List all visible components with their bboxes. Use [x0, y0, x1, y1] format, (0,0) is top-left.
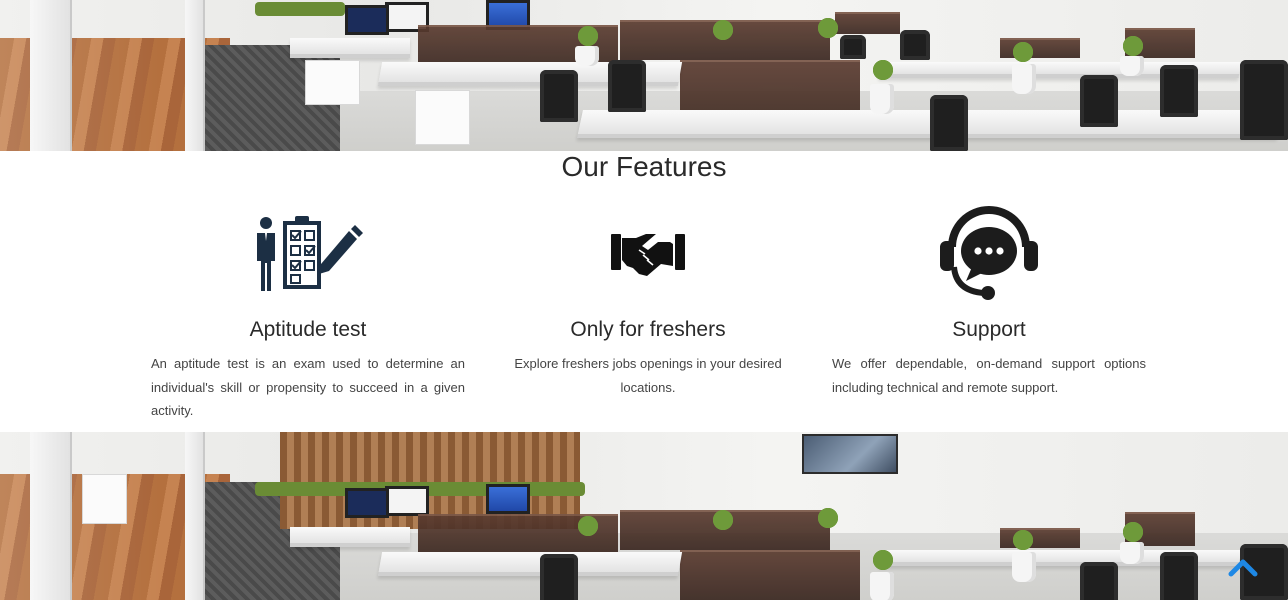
banner-plant-pot: [1012, 64, 1036, 94]
banner-cabinet: [415, 90, 470, 145]
feature-description: Explore freshers jobs openings in your d…: [514, 356, 782, 395]
banner-desk-divider: [680, 550, 860, 600]
banner-chair: [1160, 65, 1198, 117]
feature-icon-wrap: [491, 203, 805, 303]
banner-desk: [290, 527, 410, 547]
handshake-icon: [611, 234, 685, 276]
banner-plant-pot: [1120, 56, 1144, 76]
banner-chair: [1240, 60, 1288, 140]
banner-chair: [540, 70, 578, 122]
aptitude-checklist-icon: [257, 216, 363, 291]
banner-plant-pot: [575, 46, 599, 66]
banner-chair: [1080, 562, 1118, 600]
office-banner-top: [0, 0, 1288, 151]
feature-card-support: Support We offer dependable, on-demand s…: [832, 203, 1146, 399]
banner-monitor: [486, 484, 530, 514]
banner-plant: [575, 514, 601, 544]
headset-support-icon: [940, 206, 1038, 300]
banner-pillar: [30, 0, 72, 151]
banner-desk: [377, 552, 683, 576]
banner-monitor: [385, 486, 429, 516]
features-section: Our Features Aptitude test An aptitude t…: [0, 151, 1288, 432]
feature-title: Aptitude test: [249, 318, 367, 341]
section-title: Our Features: [561, 151, 727, 182]
banner-cabinet: [82, 474, 127, 524]
banner-monitor: [345, 488, 389, 518]
chevron-up-icon: [1228, 559, 1258, 577]
banner-plant: [815, 16, 841, 46]
banner-chair: [900, 30, 930, 60]
banner-desk: [290, 38, 410, 58]
feature-description: An aptitude test is an exam used to dete…: [151, 356, 465, 418]
feature-card-aptitude: Aptitude test An aptitude test is an exa…: [151, 203, 465, 423]
banner-pillar: [185, 432, 205, 600]
banner-chair: [608, 60, 646, 112]
banner-plant: [815, 506, 841, 536]
feature-title: Support: [952, 318, 1026, 341]
feature-card-freshers: Only for freshers Explore freshers jobs …: [491, 203, 805, 399]
banner-monitor: [345, 5, 389, 35]
banner-plant-pot: [870, 572, 894, 600]
feature-description: We offer dependable, on-demand support o…: [832, 356, 1146, 395]
banner-chair: [840, 35, 866, 59]
feature-icon-wrap: [832, 203, 1146, 303]
banner-desk-divider: [835, 12, 900, 34]
scroll-to-top-button[interactable]: [1228, 556, 1258, 578]
banner-chair: [540, 554, 578, 600]
feature-icon-wrap: [151, 203, 465, 303]
banner-pillar: [30, 432, 72, 600]
banner-hedge: [255, 2, 345, 16]
banner-pillar: [185, 0, 205, 151]
banner-chair: [1160, 552, 1198, 600]
banner-plant-pot: [1012, 552, 1036, 582]
banner-chair: [930, 95, 968, 151]
banner-plant-pot: [1120, 542, 1144, 564]
feature-title: Only for freshers: [570, 318, 726, 341]
office-banner-bottom: [0, 432, 1288, 600]
banner-plant: [710, 508, 736, 538]
banner-plant-pot: [870, 84, 894, 114]
banner-cabinet: [305, 60, 360, 105]
banner-wall-art: [802, 434, 898, 474]
banner-chair: [1080, 75, 1118, 127]
banner-plant: [710, 18, 736, 48]
